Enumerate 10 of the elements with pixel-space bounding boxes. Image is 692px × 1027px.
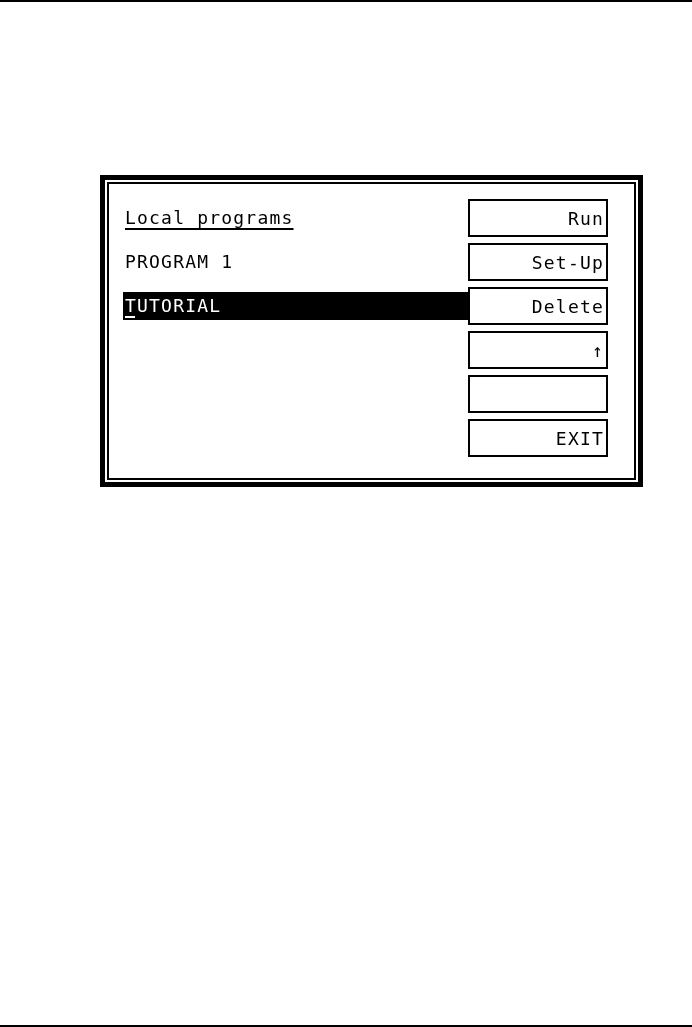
text-cursor-icon [125,316,135,318]
blank-softkey-button[interactable] [468,375,608,413]
softkey-button[interactable]: Delete [468,287,608,325]
list-heading: Local programs [124,206,294,230]
program-list-item[interactable]: TUTORIAL [123,292,468,320]
program-list-item[interactable]: PROGRAM 1 [123,248,468,276]
softkey-button[interactable]: ↑ [468,331,608,369]
softkey-button[interactable]: Set-Up [468,243,608,281]
softkey-button[interactable]: EXIT [468,419,608,457]
softkey-button[interactable]: Run [468,199,608,237]
